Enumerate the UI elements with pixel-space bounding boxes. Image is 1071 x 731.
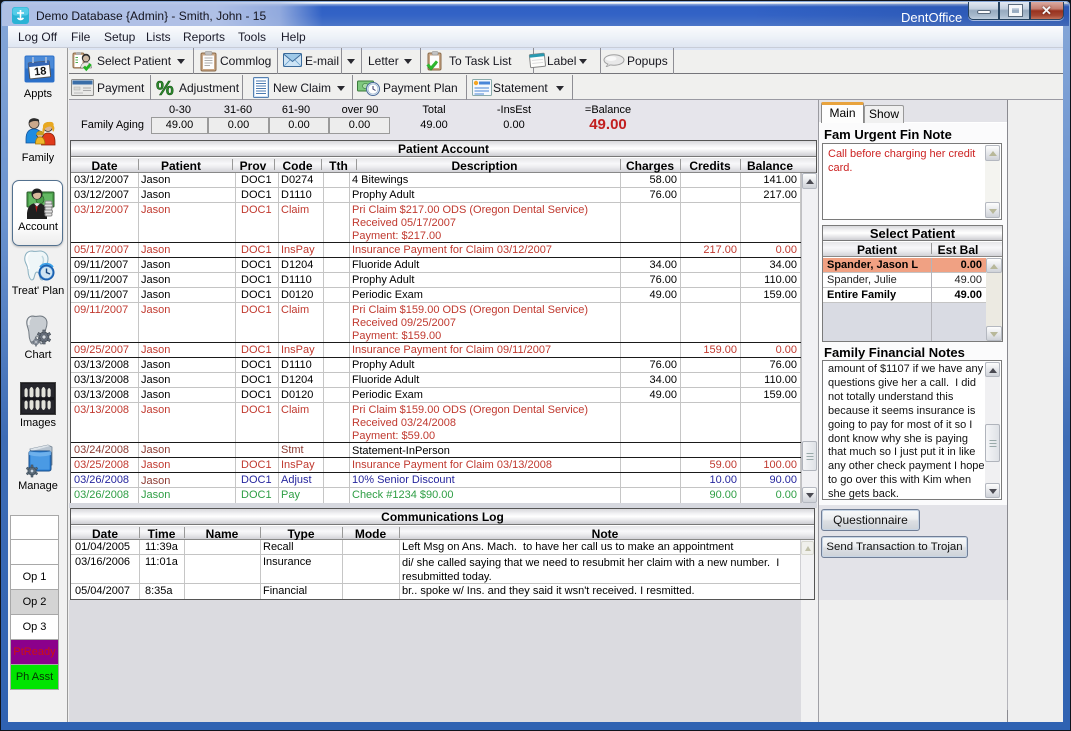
svg-text:%: % — [156, 78, 174, 99]
svg-text:18: 18 — [34, 65, 47, 78]
